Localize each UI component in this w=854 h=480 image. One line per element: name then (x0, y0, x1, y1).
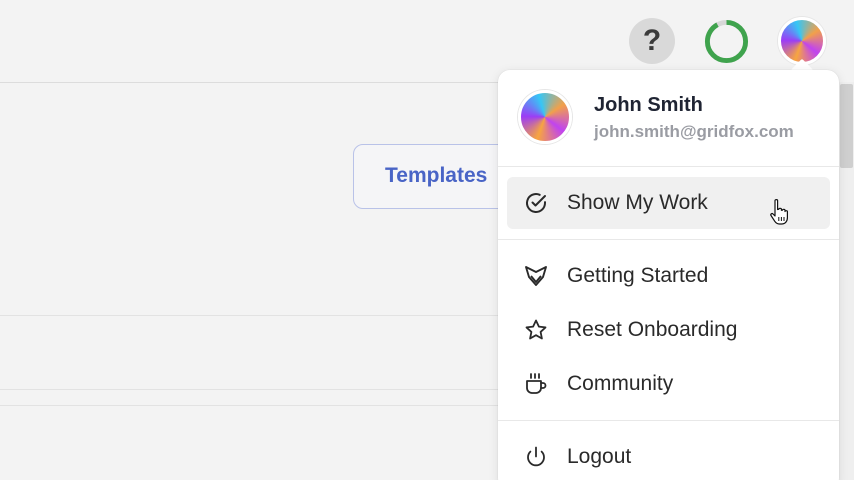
menu-divider (498, 239, 839, 240)
app-stage: ? Templates John Smith john.smith@gridfo… (0, 0, 854, 480)
menu-item-community[interactable]: Community (507, 358, 830, 410)
menu-item-label: Reset Onboarding (567, 318, 738, 341)
star-icon (523, 317, 549, 343)
menu-divider (498, 420, 839, 421)
menu-item-label: Community (567, 372, 674, 395)
coffee-cup-icon (523, 371, 549, 397)
menu-divider (498, 166, 839, 167)
user-email: john.smith@gridfox.com (594, 122, 794, 141)
check-circle-icon (523, 190, 549, 216)
onboarding-progress-ring[interactable] (703, 18, 750, 65)
help-button[interactable]: ? (629, 18, 675, 64)
menu-item-reset-onboarding[interactable]: Reset Onboarding (507, 304, 830, 356)
avatar (518, 90, 572, 144)
help-icon: ? (642, 24, 662, 57)
user-name: John Smith (594, 94, 703, 116)
menu-item-label: Logout (567, 445, 632, 468)
gridfox-logo-icon (523, 263, 549, 289)
power-icon (523, 444, 549, 470)
user-profile-header: John Smith john.smith@gridfox.com (498, 70, 839, 166)
hand-pointer-cursor-icon (770, 199, 788, 225)
scrollbar-thumb[interactable] (840, 84, 853, 168)
menu-item-getting-started[interactable]: Getting Started (507, 250, 830, 302)
row-divider (0, 315, 498, 316)
menu-item-label: Show My Work (567, 191, 708, 214)
row-divider (0, 405, 498, 406)
row-divider (0, 389, 498, 390)
user-avatar-button[interactable] (778, 17, 826, 65)
menu-item-label: Getting Started (567, 264, 709, 287)
user-menu-dropdown: John Smith john.smith@gridfox.com Show M… (498, 70, 839, 480)
menu-item-logout[interactable]: Logout (507, 431, 830, 480)
header-divider (0, 82, 498, 83)
